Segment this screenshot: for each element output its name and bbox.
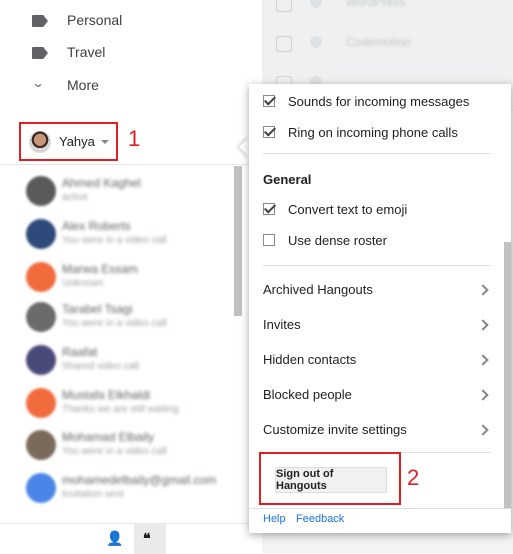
- menu-blocked-people[interactable]: Blocked people: [249, 377, 497, 412]
- option-label: Convert text to emoji: [288, 201, 408, 217]
- hangouts-header: Yahya 1: [0, 118, 262, 165]
- dropdown-caret-icon: [100, 139, 109, 144]
- avatar: [29, 130, 51, 153]
- nav-item-label: Personal: [67, 12, 123, 28]
- hangouts-quote-icon: ❝: [143, 530, 151, 546]
- sounds-option[interactable]: Sounds for incoming messages: [263, 91, 469, 111]
- user-name: Yahya: [59, 134, 95, 149]
- menu-label: Invites: [263, 317, 301, 332]
- option-label: Sounds for incoming messages: [288, 93, 470, 109]
- step-marker-1: 1: [128, 126, 141, 151]
- chevron-right-icon: [477, 388, 489, 401]
- menu-hidden-contacts[interactable]: Hidden contacts: [249, 342, 497, 377]
- nav-item-personal[interactable]: Personal: [0, 5, 262, 35]
- checkbox-checked-icon[interactable]: [263, 126, 275, 138]
- popup-scrollbar[interactable]: [504, 242, 511, 508]
- popup-footer: Help Feedback: [249, 513, 511, 533]
- divider: [249, 508, 511, 509]
- conversations-tab[interactable]: ❝: [134, 524, 166, 554]
- contact-item[interactable]: Mohamad Elbaily You were in a video call: [22, 424, 232, 464]
- general-section-title: General: [263, 172, 312, 187]
- option-label: Use dense roster: [288, 232, 387, 248]
- menu-archived-hangouts[interactable]: Archived Hangouts: [249, 272, 497, 307]
- contact-item[interactable]: Tarabel Tsagi You were in a video call: [22, 296, 232, 336]
- checkbox-checked-icon[interactable]: [263, 95, 275, 107]
- ring-option[interactable]: Ring on incoming phone calls: [263, 122, 458, 142]
- hangouts-settings-popup: Sounds for incoming messages Ring on inc…: [249, 84, 511, 533]
- contact-item[interactable]: Raafat Shared video call: [22, 339, 232, 379]
- chevron-right-icon: [477, 283, 489, 296]
- label-icon: [32, 47, 48, 59]
- emoji-option[interactable]: Convert text to emoji: [263, 199, 407, 219]
- nav-item-label: Travel: [67, 44, 106, 60]
- contact-list-scrollbar[interactable]: [234, 166, 242, 316]
- left-navigation: Personal Travel ⌄ More: [0, 0, 262, 120]
- contact-item[interactable]: Ahmed Kaghel active: [22, 170, 232, 210]
- menu-label: Blocked people: [263, 387, 352, 402]
- contact-list: Ahmed Kaghel active Alex Roberts You were …: [0, 166, 240, 516]
- nav-item-label: More: [67, 77, 99, 93]
- email-row: WordPress: [262, 0, 513, 31]
- contact-item[interactable]: Marwa Essam Unknown: [22, 256, 232, 296]
- help-link[interactable]: Help: [263, 513, 286, 525]
- label-icon: [32, 15, 48, 27]
- hangouts-footer: 👤 ❝: [0, 523, 262, 554]
- divider: [263, 265, 491, 266]
- chevron-right-icon: [477, 318, 489, 331]
- step-marker-2: 2: [407, 465, 420, 490]
- option-label: Ring on incoming phone calls: [288, 124, 458, 140]
- contact-item[interactable]: Alex Roberts You were in a video call: [22, 213, 232, 253]
- chevron-right-icon: [477, 423, 489, 436]
- divider: [263, 153, 491, 154]
- contact-item[interactable]: Mustafa Elkhaldi Thanks we are still wait…: [22, 382, 232, 422]
- nav-item-more[interactable]: ⌄ More: [0, 70, 262, 100]
- chevron-right-icon: [477, 353, 489, 366]
- contact-item[interactable]: mohamedelbaily@gmail.com Invitation sent: [22, 467, 232, 507]
- menu-customize-invite-settings[interactable]: Customize invite settings: [249, 412, 497, 447]
- menu-invites[interactable]: Invites: [249, 307, 497, 342]
- menu-label: Archived Hangouts: [263, 282, 373, 297]
- chevron-down-icon: ⌄: [31, 76, 45, 90]
- user-status-button[interactable]: Yahya: [19, 122, 118, 161]
- sign-out-button[interactable]: Sign out of Hangouts: [275, 467, 387, 493]
- checkbox-unchecked-icon[interactable]: [263, 234, 275, 246]
- signout-highlight: Sign out of Hangouts: [259, 452, 401, 505]
- feedback-link[interactable]: Feedback: [296, 513, 344, 525]
- person-icon[interactable]: 👤: [106, 530, 123, 547]
- checkbox-checked-icon[interactable]: [263, 203, 275, 215]
- menu-label: Hidden contacts: [263, 352, 357, 367]
- nav-item-travel[interactable]: Travel: [0, 37, 262, 67]
- email-row: Codemotion: [262, 30, 513, 71]
- dense-roster-option[interactable]: Use dense roster: [263, 230, 387, 250]
- menu-label: Customize invite settings: [263, 422, 407, 437]
- hangouts-panel: Yahya 1 Ahmed Kaghel active Alex Roberts Y…: [0, 118, 262, 554]
